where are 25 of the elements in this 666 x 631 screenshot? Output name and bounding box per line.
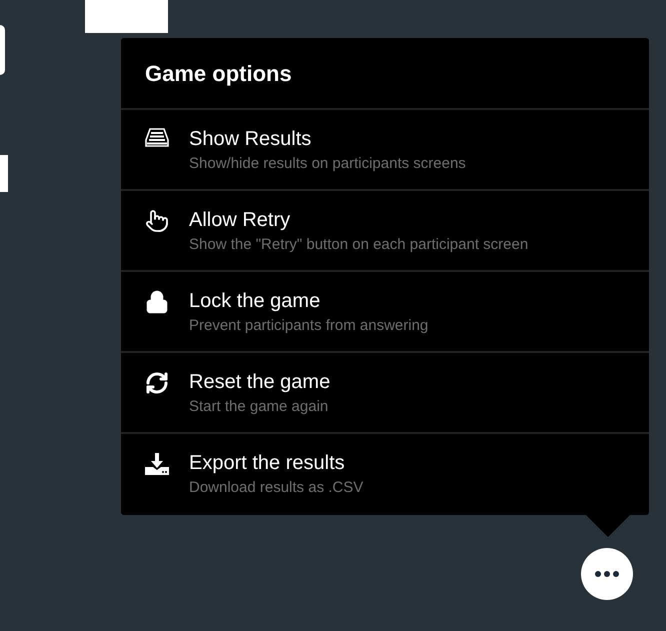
download-icon <box>144 452 170 476</box>
item-description: Show/hide results on participants screens <box>189 154 466 174</box>
background-shape <box>0 25 5 75</box>
refresh-icon <box>145 371 169 395</box>
menu-item[interactable]: Reset the game Start the game again <box>121 353 649 434</box>
hand-pointer-icon <box>145 209 169 233</box>
item-description: Download results as .CSV <box>189 478 364 498</box>
menu-item[interactable]: Export the results Download results as .CSV <box>121 434 649 515</box>
item-label: Show Results <box>189 127 312 152</box>
item-label: Export the results <box>189 451 346 476</box>
item-label: Reset the game <box>189 370 330 395</box>
background-shape <box>0 155 8 192</box>
more-icon <box>595 571 619 577</box>
menu-item[interactable]: Allow Retry Show the "Retry" button on each participant screen <box>121 191 649 272</box>
item-description: Show the "Retry" button on each participant screen <box>189 235 528 255</box>
lock-icon <box>145 290 169 314</box>
menu-title: Game options <box>145 60 292 88</box>
menu-item[interactable]: Lock the game Prevent participants from answering <box>121 272 649 353</box>
item-label: Lock the game <box>189 289 322 314</box>
tray-icon <box>145 128 169 148</box>
item-description: Start the game again <box>189 397 330 417</box>
more-button[interactable] <box>581 548 633 600</box>
item-description: Prevent participants from answering <box>189 316 428 336</box>
menu-item[interactable]: Show Results Show/hide results on participants screens <box>121 110 649 191</box>
item-label: Allow Retry <box>189 208 292 233</box>
